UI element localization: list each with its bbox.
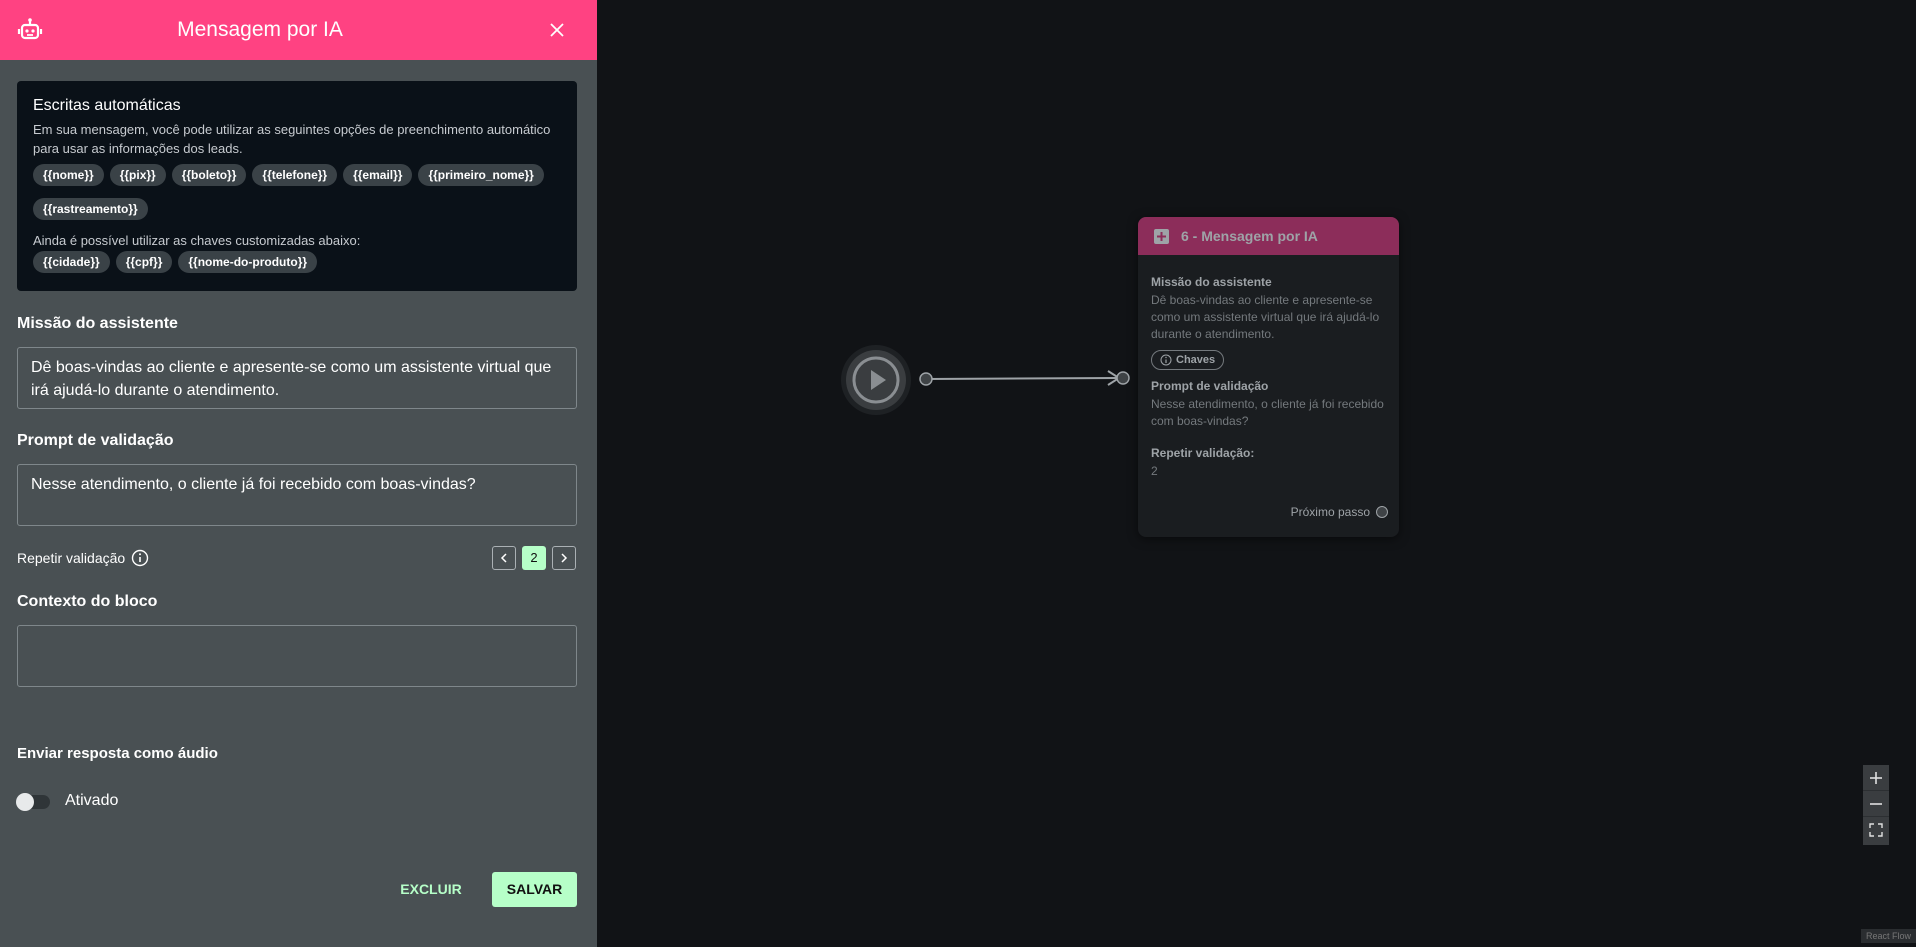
chip-nome[interactable]: {{nome}}: [33, 164, 104, 186]
start-node-inner: [846, 350, 906, 410]
node-keys-chip[interactable]: Chaves: [1151, 350, 1225, 370]
chip-cidade[interactable]: {{cidade}}: [33, 251, 110, 273]
repeat-validation-value[interactable]: 2: [522, 546, 546, 570]
panel-title: Mensagem por IA: [177, 18, 343, 41]
chip-boleto[interactable]: {{boleto}}: [171, 164, 247, 186]
node-header: 6 - Mensagem por IA: [1138, 217, 1399, 255]
node-mission-text: Dê boas-vindas ao cliente e apresente-se…: [1151, 293, 1380, 341]
chip-pix[interactable]: {{pix}}: [109, 164, 166, 186]
audio-label: Enviar resposta como áudio: [17, 745, 218, 762]
close-icon[interactable]: [544, 17, 570, 43]
side-panel: Mensagem por IA Escritas automáticas Em …: [0, 0, 597, 947]
info-icon[interactable]: [131, 549, 149, 567]
auto-writing-description: Em sua mensagem, você pode utilizar as s…: [33, 122, 551, 156]
ai-message-node[interactable]: 6 - Mensagem por IA Missão do assistente…: [1138, 217, 1399, 537]
chip-primeiro-nome[interactable]: {{primeiro_nome}}: [418, 164, 544, 186]
node-prompt-label: Prompt de validação: [1151, 379, 1269, 393]
mission-label: Missão do assistente: [17, 315, 178, 332]
audio-toggle[interactable]: [16, 793, 50, 811]
increment-button[interactable]: [552, 546, 576, 570]
mission-textarea[interactable]: Dê boas-vindas ao cliente e apresente-se…: [17, 347, 577, 409]
info-icon: [1160, 354, 1172, 366]
toggle-label: Ativado: [65, 792, 119, 809]
repeat-validation-label: Repetir validação: [17, 550, 126, 566]
node-next-step: Próximo passo: [1291, 505, 1388, 519]
custom-keys-chips: {{cidade}} {{cpf}} {{nome-do-produto}}: [33, 251, 561, 273]
decrement-button[interactable]: [492, 546, 516, 570]
node-repeat-label: Repetir validação:: [1151, 446, 1255, 460]
plus-icon: [1870, 771, 1882, 784]
context-textarea[interactable]: [17, 625, 577, 687]
chip-nome-do-produto[interactable]: {{nome-do-produto}}: [178, 251, 318, 273]
prompt-textarea[interactable]: Nesse atendimento, o cliente já foi rece…: [17, 464, 577, 526]
zoom-controls: [1863, 765, 1889, 845]
repeat-validation-row: Repetir validação 2: [17, 546, 577, 570]
custom-keys-description: Ainda é possível utilizar as chaves cust…: [33, 233, 361, 248]
node-body: Missão do assistente Dê boas-vindas ao c…: [1138, 275, 1399, 480]
fit-view-button[interactable]: [1863, 817, 1889, 843]
ai-message-icon: [1154, 229, 1169, 244]
minus-icon: [1870, 802, 1882, 805]
chip-email[interactable]: {{email}}: [343, 164, 413, 186]
start-node[interactable]: [841, 345, 911, 415]
fit-view-icon: [1869, 823, 1883, 837]
auto-writing-box: Escritas automáticas Em sua mensagem, vo…: [17, 81, 577, 291]
chip-telefone[interactable]: {{telefone}}: [252, 164, 338, 186]
zoom-in-button[interactable]: [1863, 765, 1889, 791]
context-label: Contexto do bloco: [17, 593, 158, 610]
node-mission-label: Missão do assistente: [1151, 275, 1272, 289]
node-title: 6 - Mensagem por IA: [1181, 228, 1318, 244]
auto-writing-chips: {{nome}} {{pix}} {{boleto}} {{telefone}}…: [33, 164, 561, 220]
play-icon: [852, 356, 900, 404]
panel-header: Mensagem por IA: [0, 0, 597, 60]
node-prompt-text: Nesse atendimento, o cliente já foi rece…: [1151, 397, 1384, 428]
prompt-label: Prompt de validação: [17, 432, 174, 449]
node-keys-chip-label: Chaves: [1176, 354, 1216, 366]
node-next-step-label: Próximo passo: [1290, 505, 1370, 519]
node-repeat-value: 2: [1151, 464, 1158, 478]
next-step-handle[interactable]: [1376, 506, 1388, 518]
zoom-out-button[interactable]: [1863, 791, 1889, 817]
delete-button[interactable]: EXCLUIR: [392, 872, 470, 906]
chip-rastreamento[interactable]: {{rastreamento}}: [33, 198, 148, 220]
auto-writing-title: Escritas automáticas: [33, 97, 181, 114]
chevron-right-icon: [561, 553, 568, 563]
chip-cpf[interactable]: {{cpf}}: [115, 251, 173, 273]
react-flow-attribution[interactable]: React Flow: [1861, 929, 1916, 943]
chevron-left-icon: [500, 553, 507, 563]
toggle-knob: [16, 793, 34, 811]
save-button[interactable]: SALVAR: [492, 872, 577, 907]
